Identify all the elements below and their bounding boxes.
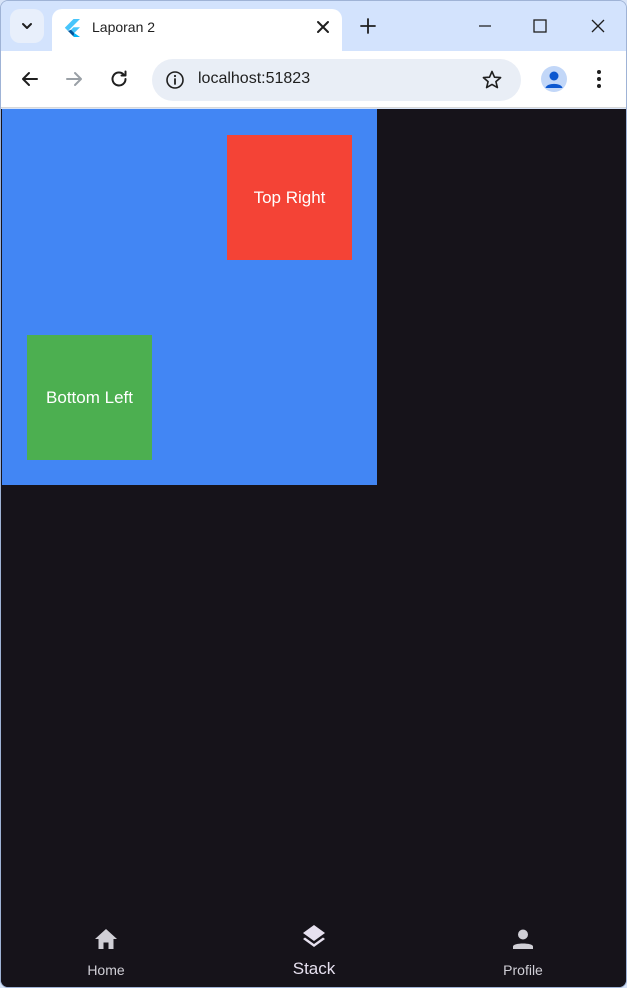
- bookmark-star-icon[interactable]: [481, 69, 503, 91]
- tab-active[interactable]: Laporan 2: [52, 9, 342, 51]
- site-info-icon[interactable]: [164, 69, 186, 91]
- close-window-icon[interactable]: [586, 14, 610, 38]
- new-tab-plus-icon[interactable]: [356, 14, 380, 38]
- browser-window: Laporan 2 localhost:51823 Top Right Bott…: [0, 0, 627, 988]
- person-icon: [513, 929, 533, 949]
- home-icon: [95, 929, 117, 949]
- kebab-menu-icon[interactable]: [587, 66, 611, 92]
- chevron-down-icon: [22, 23, 32, 29]
- tab-strip: Laporan 2: [1, 1, 626, 51]
- maximize-icon[interactable]: [528, 14, 552, 38]
- stack-container: Top Right Bottom Left: [2, 109, 377, 485]
- minimize-icon[interactable]: [473, 14, 497, 38]
- nav-label-stack: Stack: [292, 959, 336, 978]
- profile-avatar-button[interactable]: [541, 66, 567, 92]
- browser-toolbar: localhost:51823: [1, 51, 626, 108]
- back-arrow-icon[interactable]: [17, 66, 43, 92]
- reload-icon[interactable]: [106, 66, 132, 92]
- nav-label-profile: Profile: [503, 962, 543, 978]
- url-text[interactable]: localhost:51823: [198, 70, 310, 88]
- tab-search-button[interactable]: [10, 9, 44, 43]
- top-right-label: Top Right: [253, 187, 326, 207]
- page-viewport: Top Right Bottom Left Home Stack Profile: [1, 109, 626, 987]
- tab-title: Laporan 2: [92, 19, 156, 35]
- bottom-left-square: Bottom Left: [27, 335, 152, 460]
- bottom-navigation-bar: Home Stack Profile: [1, 909, 626, 987]
- forward-arrow-icon[interactable]: [61, 66, 87, 92]
- close-icon[interactable]: [314, 18, 332, 36]
- flutter-favicon-icon: [64, 19, 80, 37]
- nav-item-profile[interactable]: Profile: [463, 909, 583, 987]
- bottom-left-label: Bottom Left: [46, 387, 133, 407]
- nav-item-home[interactable]: Home: [46, 909, 166, 987]
- layers-icon: [303, 925, 325, 947]
- person-avatar-icon: [545, 71, 563, 88]
- nav-label-home: Home: [87, 962, 125, 978]
- address-bar[interactable]: localhost:51823: [152, 59, 521, 101]
- top-right-square: Top Right: [227, 135, 352, 260]
- nav-item-stack[interactable]: Stack: [254, 909, 374, 987]
